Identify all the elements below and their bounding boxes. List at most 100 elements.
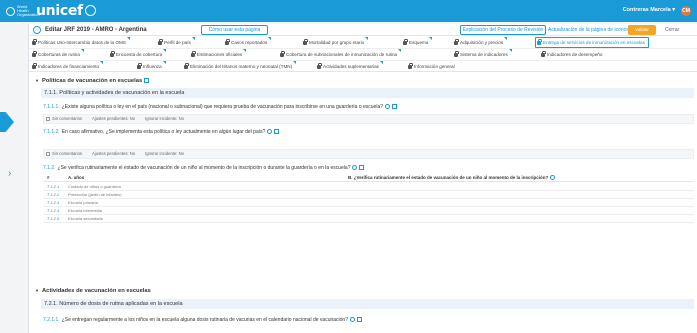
tab-coberturas-rutina[interactable]: Coberturas de rutina <box>31 49 84 60</box>
edit-icon[interactable] <box>274 129 280 134</box>
tab-actividades-suplementarias[interactable]: Actividades suplementarias <box>316 61 383 72</box>
comments-status: Sin comentarios <box>52 151 83 156</box>
info-icon[interactable] <box>350 317 355 322</box>
icon-page-update-link[interactable]: Actualización de la página de iconos <box>548 27 629 33</box>
question-number: 7.2.1.1. <box>43 317 60 323</box>
section-tabs: Políticas Uso-Intercambio datos de la OM… <box>29 36 697 72</box>
tab-adquisicion[interactable]: Adquisición y precios <box>453 37 508 48</box>
lock-icon <box>110 50 116 57</box>
lock-icon <box>32 62 38 69</box>
help-button[interactable]: Cómo usar esta página <box>201 25 268 35</box>
checkbox[interactable] <box>46 116 50 121</box>
question-number: 7.1.1.1. <box>43 104 60 110</box>
column-header: A. años <box>68 175 85 180</box>
chevron-right-icon[interactable]: › <box>8 168 11 179</box>
back-icon[interactable]: ‹ <box>33 26 41 34</box>
question-7-1-1-2: 7.1.1.2. En caso afirmativo, ¿Se implemen… <box>43 129 280 135</box>
tab-label: Adquisición y precios <box>460 40 504 45</box>
user-name[interactable]: Contreras Marcela <box>623 7 671 13</box>
tab-influenza[interactable]: Influenza <box>136 61 166 72</box>
form-panel: ‹ Editar JRF 2019 - AMRO - Argentina Cóm… <box>28 24 697 333</box>
section-title: Políticas de vacunación en escuelas <box>41 78 143 84</box>
edit-icon[interactable] <box>359 165 365 170</box>
row-label: Escuela secundaria <box>68 216 103 221</box>
who-logo: World Health Organization <box>6 5 40 17</box>
answer-status-row: Sin comentarios Ajustes pendientes: No Ign… <box>43 114 694 124</box>
tab-casos-reportados[interactable]: Casos reportados <box>224 37 272 48</box>
tab-label: Esquema <box>409 40 429 45</box>
question-number: 7.1.2. <box>43 165 56 171</box>
info-icon[interactable] <box>550 175 556 180</box>
ignore-status: Ignorar incidente: No <box>145 151 184 156</box>
checkbox[interactable] <box>46 151 50 156</box>
tab-esquema[interactable]: Esquema <box>402 37 433 48</box>
tab-sistema-indicadores[interactable]: Sistema de indicadores <box>453 49 512 60</box>
question-7-1-2: 7.1.2. ¿Se verifica rutinariamente el est… <box>43 165 365 171</box>
tab-label: Casos reportados <box>231 40 268 45</box>
flag-icon <box>100 61 104 64</box>
row-number: 7.1.2.4 <box>47 208 60 213</box>
tab-tetanos[interactable]: Eliminación del tétanos materno y neonat… <box>183 61 297 72</box>
row-number: 7.1.2.5 <box>47 216 60 221</box>
edit-icon[interactable] <box>392 104 398 109</box>
tab-encuesta-cobertura[interactable]: Encuesta de cobertura <box>109 49 167 60</box>
tab-financiamiento[interactable]: Indicadores de financiamiento <box>31 61 104 72</box>
row-number: 7.1.2.3 <box>47 200 60 205</box>
question-text: En caso afirmativo, ¿Se implementa esta … <box>61 129 266 135</box>
lock-icon <box>137 62 143 69</box>
info-icon[interactable] <box>385 104 391 109</box>
page-title: Editar JRF 2019 - AMRO - Argentina <box>45 27 147 33</box>
lock-icon <box>454 38 460 45</box>
unicef-logo: unicef <box>36 3 96 19</box>
user-menu[interactable]: Contreras Marcela ▾ <box>623 7 675 13</box>
tab-label: Encuesta de cobertura <box>116 52 163 57</box>
tab-mortalidad[interactable]: Mortalidad por grupo etario <box>302 37 369 48</box>
tab-entrega-escuelas[interactable]: Entrega de servicios de inmunización en … <box>535 37 649 48</box>
comments-status: Sin comentarios <box>52 116 83 121</box>
review-process-button[interactable]: Explicación del Proceso de Revisión <box>460 25 546 35</box>
tab-label: Políticas Uso-Intercambio datos de la OM… <box>38 40 126 45</box>
tab-politicas-uso[interactable]: Políticas Uso-Intercambio datos de la OM… <box>31 37 130 48</box>
flag-icon <box>80 49 84 52</box>
sidebar-arrow-icon[interactable] <box>0 112 14 132</box>
question-number: 7.1.1.2. <box>43 129 60 135</box>
flag-icon <box>365 37 369 40</box>
info-icon[interactable] <box>352 165 358 170</box>
row-label: Escuela intermedia <box>68 208 103 213</box>
row-number: 7.1.2.1 <box>47 184 60 189</box>
lock-icon <box>191 50 197 57</box>
tab-informacion-general[interactable]: Información general <box>407 61 455 72</box>
flag-icon <box>293 61 297 64</box>
section-header-politicas[interactable]: ▼ Políticas de vacunación en escuelas <box>35 78 150 84</box>
flag-icon <box>268 37 272 40</box>
tab-perfil-pais[interactable]: Perfil de país <box>157 37 195 48</box>
close-button[interactable]: Cerrar <box>665 27 679 33</box>
column-header: B. ¿Verifica rutinariamente el estado de… <box>348 174 556 182</box>
caret-down-icon[interactable]: ▼ <box>35 288 39 293</box>
table-header: # A. años B. ¿Verifica rutinariamente el… <box>43 174 694 182</box>
row-label: Preescolar (jardín de infantes) <box>68 192 122 197</box>
globe-icon <box>6 6 15 16</box>
subsection-header: 7.2.1. Número de dosis de rutina aplicad… <box>41 299 694 309</box>
tab-label: Influenza <box>143 64 162 69</box>
lock-icon <box>32 38 38 45</box>
edit-icon[interactable] <box>144 78 150 83</box>
question-text: ¿Se entregan regularmente a los niños en… <box>61 317 348 323</box>
info-icon[interactable] <box>267 129 273 134</box>
tab-estimaciones[interactable]: Estimaciones oficiales <box>190 49 247 60</box>
tab-indicadores-desempeno[interactable]: Indicadores de desempeño <box>540 49 602 60</box>
ignore-status: Ignorar incidente: No <box>145 116 184 121</box>
tab-label: Entrega de servicios de inmunización en … <box>543 40 645 45</box>
validate-button[interactable]: Validar <box>628 25 656 35</box>
section-title: Actividades de vacunación en escuelas <box>41 288 151 294</box>
caret-down-icon[interactable]: ▼ <box>35 78 39 83</box>
flag-icon <box>243 49 247 52</box>
section-header-actividades[interactable]: ▼ Actividades de vacunación en escuelas <box>35 288 151 294</box>
avatar[interactable]: CM <box>681 6 691 16</box>
table-row: 7.1.2.3 Escuela primaria <box>43 199 694 207</box>
edit-icon[interactable] <box>357 317 362 322</box>
table-row: 7.1.2.4 Escuela intermedia <box>43 207 694 215</box>
row-label: Cuidado de niños o guardería <box>68 184 121 189</box>
tab-cobertura-subnacional[interactable]: Cobertura de subnacionales de inmunizaci… <box>279 49 402 60</box>
flag-icon <box>379 61 383 64</box>
